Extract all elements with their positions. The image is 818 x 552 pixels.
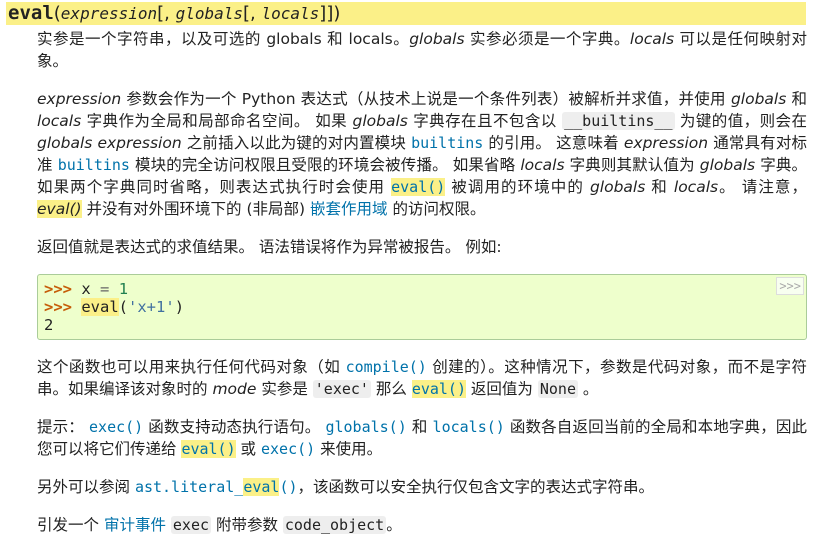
em-locals: locals bbox=[37, 112, 82, 130]
text: 和 bbox=[786, 90, 807, 108]
paragraph-audit: 引发一个 审计事件 exec 附带参数 code_object。 bbox=[37, 514, 807, 536]
link-exec[interactable]: exec() bbox=[89, 418, 143, 436]
code-builtins-key: __builtins__ bbox=[562, 112, 675, 130]
text: 。 请注意， bbox=[718, 178, 807, 196]
text: 实参是一个字符串，以及可选的 globals 和 locals。 bbox=[37, 30, 410, 48]
paragraph-return: 返回值就是表达式的求值结果。 语法错误将作为异常被报告。 例如: bbox=[37, 238, 502, 256]
link-part: () bbox=[279, 478, 298, 496]
link-ast-literal-eval[interactable]: ast.literal_eval() bbox=[135, 478, 298, 496]
text: 函数支持动态执行语句。 bbox=[143, 418, 326, 436]
text: 的引用。 这意味着 bbox=[483, 134, 624, 152]
text: 实参是 bbox=[256, 380, 313, 398]
em-globals: globals bbox=[730, 90, 787, 108]
param-expression: expression bbox=[60, 4, 158, 23]
em-locals: locals bbox=[673, 178, 719, 196]
link-eval[interactable]: eval() bbox=[391, 178, 446, 196]
copy-button[interactable]: >>> bbox=[776, 277, 804, 295]
code-prompt: >>> bbox=[44, 298, 72, 316]
link-eval[interactable]: eval() bbox=[181, 440, 236, 458]
text: 和 bbox=[645, 178, 674, 196]
link-exec[interactable]: exec() bbox=[261, 440, 315, 458]
link-part-eval: eval bbox=[243, 478, 280, 496]
text: 来使用。 bbox=[315, 440, 383, 458]
text: 字典作为全局和局部命名空间。 如果 bbox=[81, 112, 353, 130]
text: 引发一个 bbox=[37, 516, 104, 534]
text: 的访问权限。 bbox=[387, 200, 486, 218]
paragraph-expression: expression 参数会作为一个 Python 表达式（从技术上说是一个条件… bbox=[37, 88, 807, 220]
paragraph-hint: 提示： exec() 函数支持动态执行语句。 globals() 和 local… bbox=[37, 416, 807, 460]
param-globals: globals bbox=[175, 4, 244, 23]
text: 这个函数也可以用来执行任何代码对象（如 bbox=[37, 358, 346, 376]
em-globals: globals bbox=[409, 30, 465, 48]
em-locals: locals bbox=[520, 156, 565, 174]
em-globals: globals bbox=[589, 178, 646, 196]
em-expression: expression bbox=[97, 134, 182, 152]
text: 字典则其默认值为 bbox=[564, 156, 700, 174]
text: 字典存在且不包含以 bbox=[407, 112, 563, 130]
code-number: 1 bbox=[118, 280, 129, 298]
text: 。 bbox=[386, 516, 402, 534]
code-exec-literal: 'exec' bbox=[312, 380, 371, 398]
code-prompt: >>> bbox=[44, 280, 72, 298]
text: 之前插入以此为键的对内置模块 bbox=[181, 134, 412, 152]
text: 那么 bbox=[370, 380, 412, 398]
em-eval: eval() bbox=[37, 200, 82, 218]
function-signature: eval(expression[, globals[, locals]]) bbox=[6, 2, 806, 25]
code-paren: ( bbox=[118, 298, 129, 316]
link-part: ast.literal_ bbox=[134, 478, 244, 496]
link-eval[interactable]: eval() bbox=[411, 380, 466, 398]
link-globals[interactable]: globals() bbox=[325, 418, 406, 436]
paragraph-code-object: 这个函数也可以用来执行任何代码对象（如 compile() 创建的）。这种情况下… bbox=[37, 356, 807, 400]
code-string: 'x+1' bbox=[128, 298, 175, 316]
paragraph-args: 实参是一个字符串，以及可选的 globals 和 locals。globals … bbox=[37, 28, 807, 72]
text: 实参必须是一个字典。 bbox=[464, 30, 630, 48]
code-object-arg: code_object bbox=[282, 516, 387, 534]
link-locals[interactable]: locals() bbox=[433, 418, 505, 436]
code-none: None bbox=[537, 380, 578, 398]
description: 实参是一个字符串，以及可选的 globals 和 locals。globals … bbox=[37, 28, 807, 552]
sig-bracket-2: [, bbox=[243, 3, 262, 24]
em-locals: locals bbox=[629, 30, 675, 48]
text: 并没有对外围环境下的 (非局部) bbox=[81, 200, 310, 218]
text: 模块的完全访问权限且受限的环境会被传播。 如果省略 bbox=[129, 156, 521, 174]
link-nested-scope[interactable]: 嵌套作用域 bbox=[310, 200, 388, 218]
code-output: 2 bbox=[44, 316, 54, 334]
text: 和 bbox=[406, 418, 433, 436]
em-globals: globals bbox=[352, 112, 408, 130]
code-paren: ) bbox=[174, 298, 185, 316]
sig-close: ]]) bbox=[319, 3, 341, 24]
code-example: >>> >>> x = 1 >>> eval('x+1') 2 bbox=[37, 274, 807, 340]
em-globals: globals bbox=[699, 156, 756, 174]
link-audit-event[interactable]: 审计事件 bbox=[104, 516, 166, 534]
text: 另外可以参阅 bbox=[37, 478, 135, 496]
paragraph-see-also: 另外可以参阅 ast.literal_eval()，该函数可以安全执行仅包含文字… bbox=[37, 476, 807, 498]
text: 提示： bbox=[37, 418, 90, 436]
sig-paren-open: ( bbox=[53, 3, 61, 24]
text: 为键的值，则会在 bbox=[674, 112, 808, 130]
link-builtins[interactable]: builtins bbox=[58, 156, 130, 174]
param-locals: locals bbox=[261, 4, 320, 23]
em-expression: expression bbox=[623, 134, 709, 152]
text: 附带参数 bbox=[211, 516, 283, 534]
code-func: eval bbox=[81, 298, 119, 316]
text: 或 bbox=[235, 440, 261, 458]
text: ，该函数可以安全执行仅包含文字的表达式字符串。 bbox=[297, 478, 655, 496]
function-name: eval bbox=[8, 2, 54, 24]
sig-bracket-1: [, bbox=[157, 3, 176, 24]
text: 返回值为 bbox=[466, 380, 538, 398]
code-var: x bbox=[81, 280, 91, 298]
em-globals: globals bbox=[37, 134, 93, 152]
em-expression: expression bbox=[37, 90, 122, 108]
text: 被调用的环境中的 bbox=[445, 178, 590, 196]
code-exec-event: exec bbox=[170, 516, 212, 534]
code-op: = bbox=[100, 280, 110, 298]
text: 参数会作为一个 Python 表达式（从技术上说是一个条件列表）被解析并求值，并… bbox=[121, 90, 731, 108]
em-mode: mode bbox=[212, 380, 257, 398]
text: 。 bbox=[577, 380, 599, 398]
link-compile[interactable]: compile() bbox=[346, 358, 427, 376]
link-builtins[interactable]: builtins bbox=[411, 134, 483, 152]
